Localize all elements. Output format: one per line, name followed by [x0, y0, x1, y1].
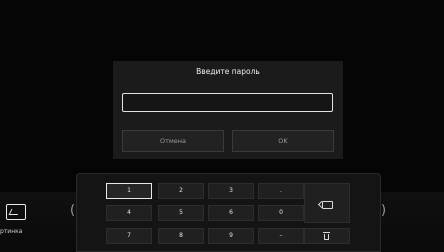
- key-2[interactable]: 2: [158, 183, 204, 199]
- key-4[interactable]: 4: [106, 205, 152, 221]
- key-dash[interactable]: –: [258, 228, 304, 244]
- image-icon: [6, 204, 26, 220]
- numeric-keyboard: 1 2 3 . 4 5 6 0 7 8 9 –: [76, 173, 381, 252]
- key-6[interactable]: 6: [208, 205, 254, 221]
- key-9[interactable]: 9: [208, 228, 254, 244]
- dialog-title: Введите пароль: [196, 67, 260, 76]
- left-arrow-icon: (: [70, 203, 76, 218]
- key-dot[interactable]: .: [258, 183, 304, 199]
- key-7[interactable]: 7: [106, 228, 152, 244]
- key-0[interactable]: 0: [258, 205, 304, 221]
- password-dialog: Введите пароль Отмена OK: [113, 61, 343, 159]
- key-8[interactable]: 8: [158, 228, 204, 244]
- key-5[interactable]: 5: [158, 205, 204, 221]
- cancel-button[interactable]: Отмена: [122, 130, 224, 152]
- trash-icon: [323, 232, 330, 240]
- ok-button[interactable]: OK: [232, 130, 334, 152]
- key-3[interactable]: 3: [208, 183, 254, 199]
- background-item-label: ртинка: [0, 228, 23, 235]
- key-1[interactable]: 1: [106, 183, 152, 199]
- right-arrow-icon: ): [381, 203, 387, 218]
- backspace-icon: [322, 201, 333, 209]
- backspace-key[interactable]: [304, 183, 350, 223]
- clear-key[interactable]: [304, 228, 350, 244]
- password-input[interactable]: [122, 93, 333, 112]
